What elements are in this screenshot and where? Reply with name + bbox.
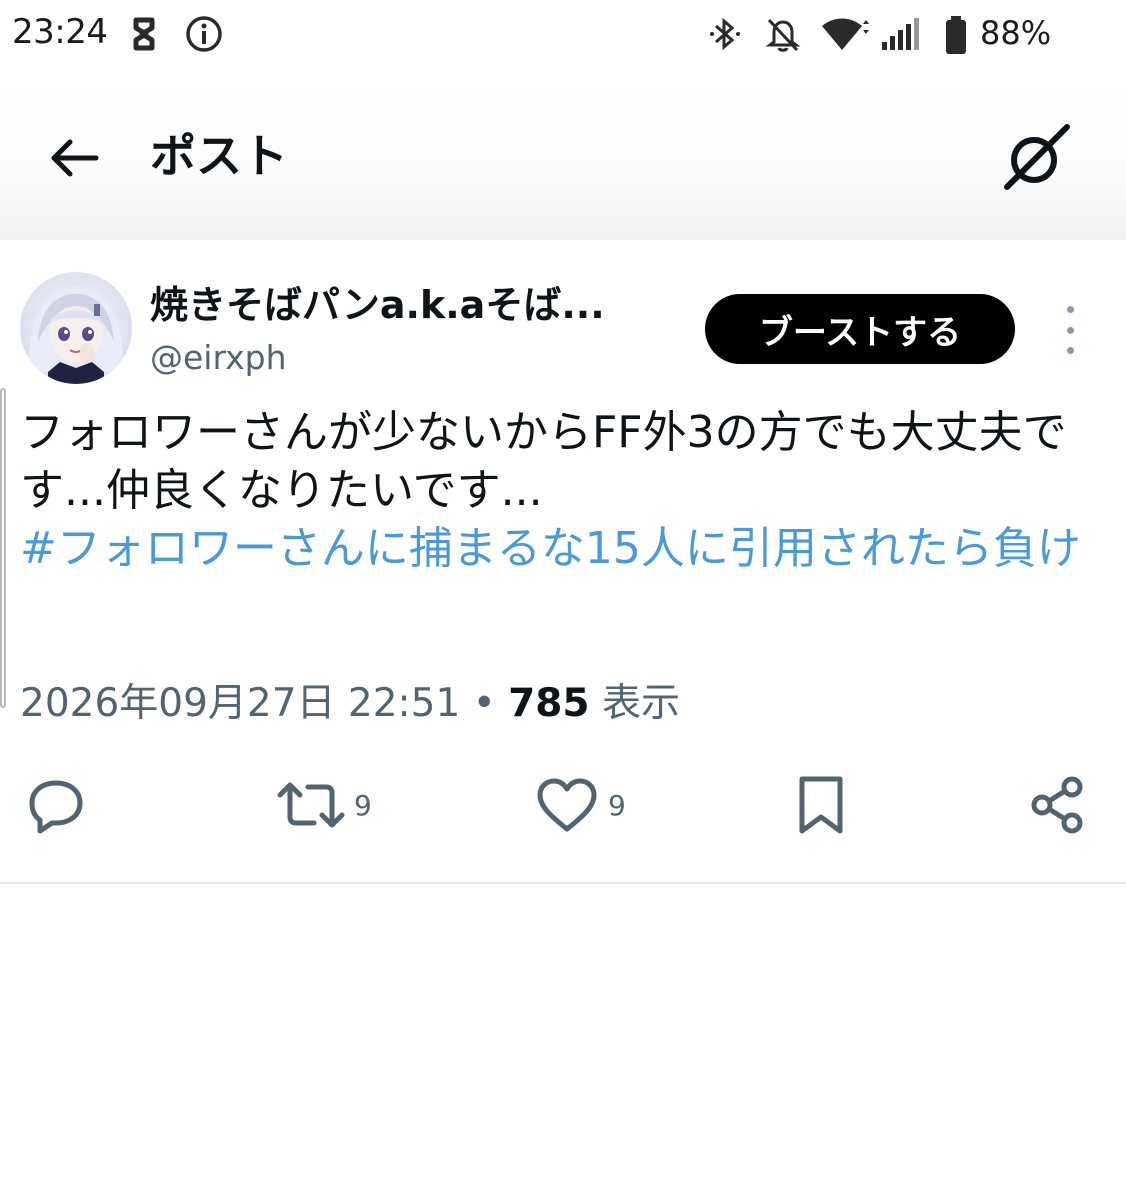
sync-icon [128, 14, 160, 58]
share-button[interactable] [1026, 770, 1090, 840]
author-handle[interactable]: @eirxph [150, 338, 287, 377]
action-bar: 9 9 [0, 770, 1126, 850]
meta-separator: • [472, 681, 496, 726]
scrollbar[interactable] [0, 388, 6, 708]
bookmark-button[interactable] [792, 770, 850, 840]
reply-icon [29, 780, 83, 834]
battery-icon [944, 14, 968, 60]
wifi-icon [820, 14, 870, 58]
hashtag-link[interactable]: #フォロワーさんに捕まるな15人に引用されたら負け [20, 520, 1100, 578]
more-options-button[interactable] [1052, 306, 1088, 354]
views-count: 785 [508, 681, 590, 726]
boost-button[interactable]: ブーストする [705, 294, 1015, 364]
reply-button[interactable] [24, 770, 96, 840]
mute-icon [764, 14, 802, 58]
more-icon [1066, 306, 1074, 313]
info-icon [184, 14, 224, 58]
battery-percentage: 88% [980, 14, 1052, 52]
bookmark-icon [799, 776, 843, 834]
repost-icon [277, 782, 345, 828]
share-icon [1031, 776, 1083, 834]
post-timestamp[interactable]: 2026年09月27日 22:51 [20, 681, 460, 726]
page-title: ポスト [150, 129, 288, 183]
heart-icon [537, 778, 597, 832]
back-button[interactable] [44, 128, 104, 188]
post-body: フォロワーさんが少ないからFF外3の方でも大丈夫です...仲良くなりたいです..… [20, 404, 1100, 578]
author-display-name[interactable]: 焼きそばパンa.k.aそば... [150, 274, 605, 329]
grok-button[interactable] [1000, 122, 1072, 194]
repost-count: 9 [354, 788, 372, 822]
status-time: 23:24 [12, 12, 108, 52]
status-bar: 23:24 88% [0, 0, 1126, 80]
post-text: フォロワーさんが少ないからFF外3の方でも大丈夫です...仲良くなりたいです..… [20, 407, 1067, 516]
signal-icon [880, 14, 924, 58]
like-count: 9 [608, 788, 626, 822]
top-app-bar: ポスト [0, 80, 1126, 240]
bluetooth-icon [708, 14, 742, 58]
arrow-left-icon [51, 139, 99, 177]
grok-icon [1004, 124, 1070, 190]
repost-button[interactable]: 9 [276, 770, 372, 840]
like-button[interactable]: 9 [534, 770, 626, 840]
post-meta: 2026年09月27日 22:51 • 785 表示 [20, 672, 680, 728]
avatar[interactable] [20, 272, 132, 384]
divider [0, 882, 1126, 884]
views-label: 表示 [601, 681, 680, 726]
